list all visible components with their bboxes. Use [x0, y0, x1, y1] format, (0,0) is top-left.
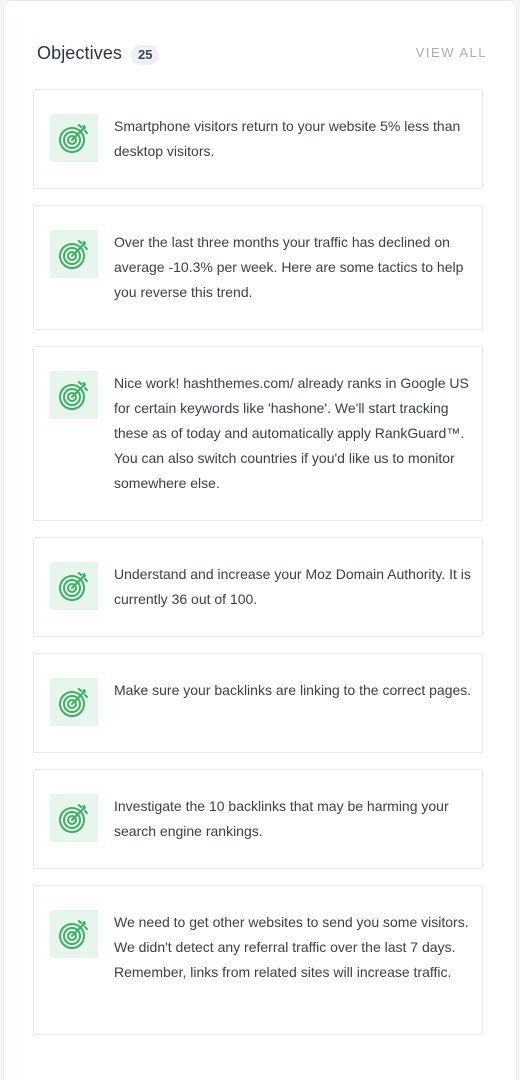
- objective-text: Nice work! hashthemes.com/ already ranks…: [114, 375, 469, 491]
- objective-text: We need to get other websites to send yo…: [114, 914, 469, 980]
- objective-text: Smartphone visitors return to your websi…: [114, 118, 461, 159]
- objective-text: Investigate the 10 backlinks that may be…: [114, 798, 449, 839]
- target-icon: [50, 678, 98, 726]
- objective-item: Investigate the 10 backlinks that may be…: [33, 769, 483, 869]
- objective-text: Make sure your backlinks are linking to …: [114, 682, 472, 698]
- objectives-count-badge: 25: [131, 45, 160, 65]
- view-all-link[interactable]: VIEW ALL: [416, 45, 487, 60]
- target-icon: [50, 562, 98, 610]
- objective-item: Over the last three months your traffic …: [33, 205, 483, 330]
- objectives-title: Objectives: [37, 43, 123, 63]
- target-icon: [50, 794, 98, 842]
- objective-item: Make sure your backlinks are linking to …: [33, 653, 483, 753]
- target-icon: [50, 371, 98, 419]
- objective-text: Over the last three months your traffic …: [114, 234, 464, 300]
- objectives-header: Objectives 25 VIEW ALL: [37, 41, 487, 69]
- target-icon: [50, 230, 98, 278]
- objective-item: Understand and increase your Moz Domain …: [33, 537, 483, 637]
- objective-item: We need to get other websites to send yo…: [33, 885, 483, 1035]
- objective-item: Smartphone visitors return to your websi…: [33, 89, 483, 189]
- target-icon: [50, 910, 98, 958]
- target-icon: [50, 114, 98, 162]
- objective-item: Nice work! hashthemes.com/ already ranks…: [33, 346, 483, 521]
- objective-text: Understand and increase your Moz Domain …: [114, 566, 471, 607]
